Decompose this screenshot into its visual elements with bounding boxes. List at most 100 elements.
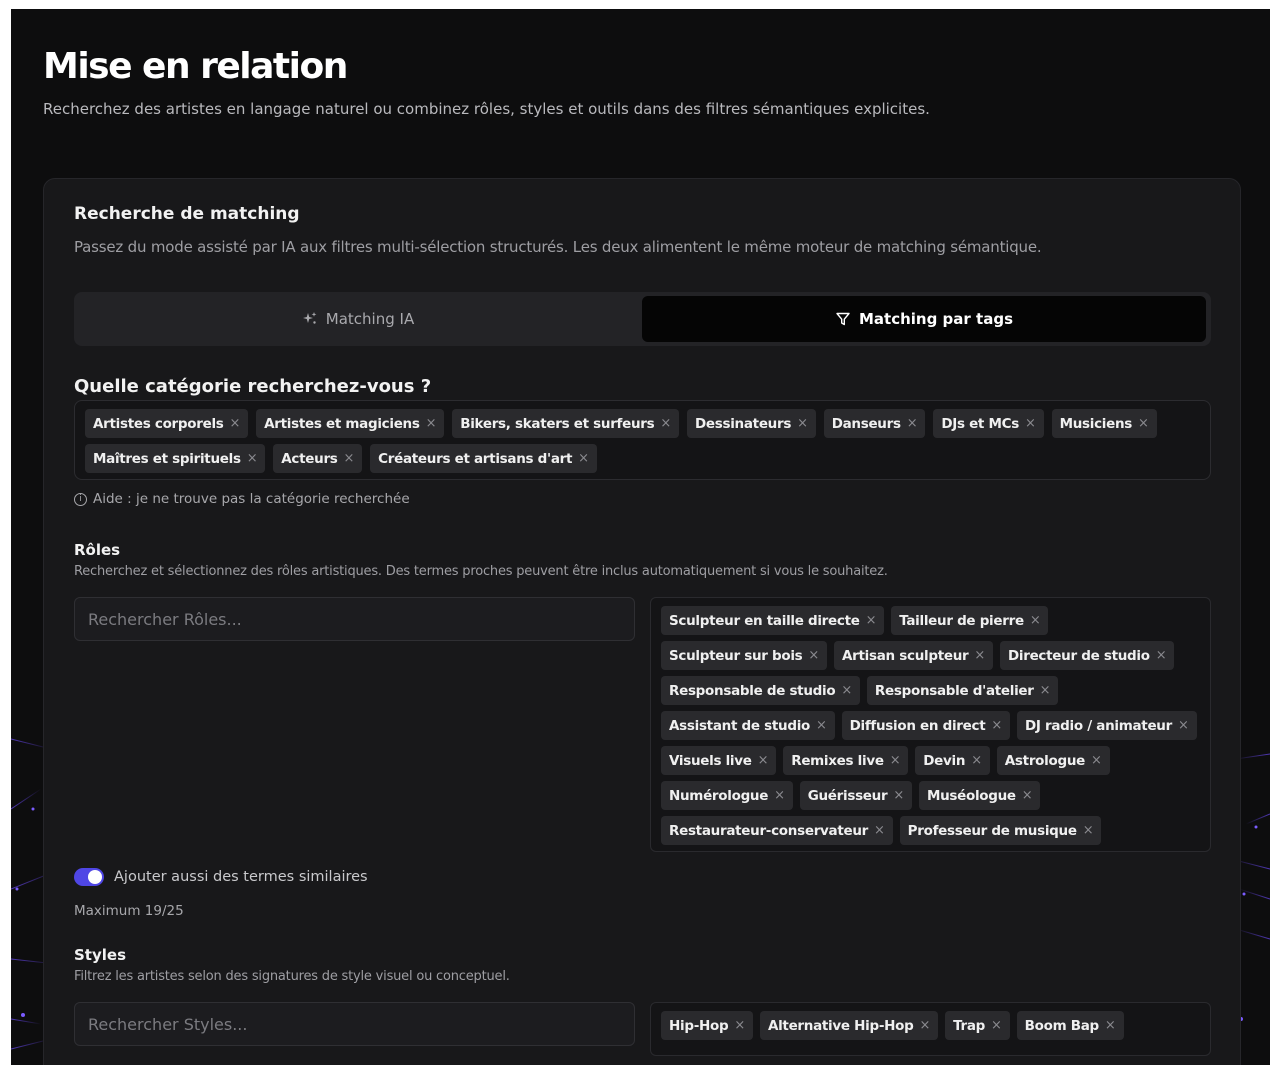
close-icon[interactable]: ×: [919, 1018, 930, 1033]
style-tag-label: Boom Bap: [1024, 1017, 1100, 1034]
close-icon[interactable]: ×: [1083, 823, 1094, 838]
category-help-link[interactable]: i Aide : je ne trouve pas la catégorie r…: [74, 491, 410, 507]
styles-label: Styles: [74, 946, 126, 964]
toggle-knob: [88, 870, 102, 884]
role-tag-label: Tailleur de pierre: [899, 612, 1024, 629]
close-icon[interactable]: ×: [816, 718, 827, 733]
roles-selected-tags: Sculpteur en taille directe × Tailleur de …: [650, 597, 1211, 852]
role-tag: Guérisseur ×: [799, 781, 912, 810]
tab-matching-par-tags[interactable]: Matching par tags: [642, 296, 1206, 342]
card-description: Passez du mode assisté par IA aux filtre…: [74, 238, 1042, 256]
tab-matching-par-tags-label: Matching par tags: [858, 310, 1013, 328]
role-tag: DJ radio / animateur ×: [1016, 711, 1197, 740]
role-tag: Restaurateur-conservateur ×: [661, 816, 893, 845]
category-tag-box[interactable]: Artistes corporels × Artistes et magiciens…: [74, 400, 1211, 480]
close-icon[interactable]: ×: [247, 451, 258, 466]
role-tag-label: Astrologue: [1004, 752, 1086, 769]
card-title: Recherche de matching: [74, 204, 300, 224]
roles-description: Recherchez et sélectionnez des rôles art…: [74, 564, 888, 579]
category-tag: Dessinateurs ×: [686, 409, 816, 438]
close-icon[interactable]: ×: [991, 1018, 1002, 1033]
styles-search-input[interactable]: [74, 1002, 635, 1046]
close-icon[interactable]: ×: [774, 788, 785, 803]
category-tag-label: Artistes corporels: [93, 415, 224, 432]
roles-search-input[interactable]: [74, 597, 635, 641]
category-help-text: Aide : je ne trouve pas la catégorie rec…: [93, 491, 410, 507]
similar-terms-toggle[interactable]: [74, 868, 104, 886]
close-icon[interactable]: ×: [344, 451, 355, 466]
close-icon[interactable]: ×: [1022, 788, 1033, 803]
close-icon[interactable]: ×: [734, 1018, 745, 1033]
close-icon[interactable]: ×: [1091, 753, 1102, 768]
role-tag-label: Visuels live: [669, 752, 752, 769]
role-tag-label: Numérologue: [669, 787, 769, 804]
role-tag-label: Sculpteur en taille directe: [669, 612, 860, 629]
close-icon[interactable]: ×: [1040, 683, 1051, 698]
close-icon[interactable]: ×: [974, 648, 985, 663]
close-icon[interactable]: ×: [971, 753, 982, 768]
role-tag: Responsable d'atelier ×: [866, 676, 1059, 705]
close-icon[interactable]: ×: [808, 648, 819, 663]
tab-matching-ia[interactable]: Matching IA: [78, 296, 638, 342]
role-tag: Responsable de studio ×: [661, 676, 860, 705]
role-tag: Devin ×: [915, 746, 990, 775]
page-subtitle: Recherchez des artistes en langage natur…: [43, 100, 930, 118]
close-icon[interactable]: ×: [991, 718, 1002, 733]
category-tag-label: Maîtres et spirituels: [93, 450, 241, 467]
role-tag: Visuels live ×: [661, 746, 777, 775]
role-tag-label: Directeur de studio: [1007, 647, 1150, 664]
style-tag-label: Hip-Hop: [669, 1017, 729, 1034]
styles-selected-tags: Hip-Hop × Alternative Hip-Hop × Trap × Boom Ba…: [650, 1002, 1211, 1056]
role-tag: Artisan sculpteur ×: [834, 641, 993, 670]
close-icon[interactable]: ×: [1025, 416, 1036, 431]
close-icon[interactable]: ×: [426, 416, 437, 431]
close-icon[interactable]: ×: [1030, 613, 1041, 628]
styles-description: Filtrez les artistes selon des signature…: [74, 969, 510, 984]
role-tag: Diffusion en direct ×: [841, 711, 1010, 740]
matching-search-card: Recherche de matching Passez du mode ass…: [43, 178, 1241, 1065]
roles-maximum-count: Maximum 19/25: [74, 903, 184, 919]
category-tag: Acteurs ×: [273, 444, 363, 473]
close-icon[interactable]: ×: [1138, 416, 1149, 431]
role-tag: Sculpteur sur bois ×: [661, 641, 828, 670]
close-icon[interactable]: ×: [841, 683, 852, 698]
category-tag-label: Créateurs et artisans d'art: [378, 450, 573, 467]
close-icon[interactable]: ×: [797, 416, 808, 431]
role-tag-label: Muséologue: [926, 787, 1016, 804]
close-icon[interactable]: ×: [866, 613, 877, 628]
category-tag-label: Danseurs: [831, 415, 901, 432]
role-tag-label: Artisan sculpteur: [842, 647, 969, 664]
app-window: Mise en relation Recherchez des artistes…: [11, 9, 1270, 1065]
category-tag: Danseurs ×: [823, 409, 926, 438]
similar-terms-label: Ajouter aussi des termes similaires: [114, 869, 368, 885]
close-icon[interactable]: ×: [758, 753, 769, 768]
role-tag-label: Diffusion en direct: [849, 717, 986, 734]
close-icon[interactable]: ×: [1178, 718, 1189, 733]
style-tag: Hip-Hop ×: [661, 1011, 753, 1040]
role-tag-label: Devin: [923, 752, 966, 769]
close-icon[interactable]: ×: [907, 416, 918, 431]
close-icon[interactable]: ×: [890, 753, 901, 768]
style-tag-label: Alternative Hip-Hop: [767, 1017, 914, 1034]
close-icon[interactable]: ×: [874, 823, 885, 838]
role-tag: Remixes live ×: [783, 746, 909, 775]
close-icon[interactable]: ×: [1105, 1018, 1116, 1033]
role-tag-label: Restaurateur-conservateur: [669, 822, 869, 839]
close-icon[interactable]: ×: [660, 416, 671, 431]
info-icon: i: [74, 492, 87, 506]
category-tag-label: Acteurs: [281, 450, 338, 467]
page-title: Mise en relation: [43, 46, 348, 87]
category-tag: Artistes corporels ×: [85, 409, 249, 438]
role-tag: Sculpteur en taille directe ×: [661, 606, 885, 635]
role-tag: Numérologue ×: [661, 781, 793, 810]
close-icon[interactable]: ×: [1156, 648, 1167, 663]
close-icon[interactable]: ×: [893, 788, 904, 803]
role-tag-label: Responsable d'atelier: [874, 682, 1034, 699]
close-icon[interactable]: ×: [578, 451, 589, 466]
role-tag: Professeur de musique ×: [899, 816, 1102, 845]
category-tag: Musiciens ×: [1051, 409, 1157, 438]
style-tag: Alternative Hip-Hop ×: [759, 1011, 939, 1040]
roles-label: Rôles: [74, 541, 121, 559]
category-question: Quelle catégorie recherchez-vous ?: [74, 376, 432, 397]
close-icon[interactable]: ×: [230, 416, 241, 431]
